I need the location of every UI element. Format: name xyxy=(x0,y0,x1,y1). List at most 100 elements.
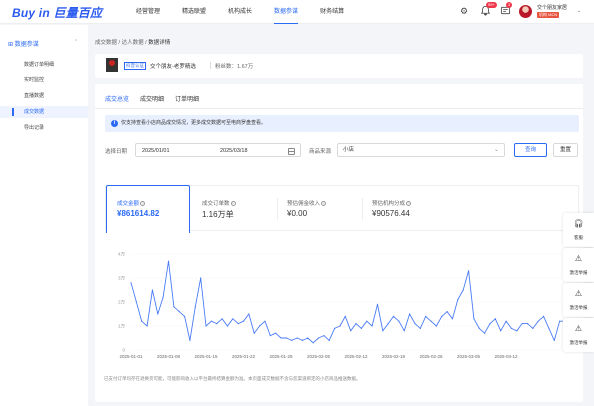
data-point[interactable] xyxy=(494,318,496,320)
settings-icon[interactable]: ⚙ xyxy=(458,5,470,17)
sidebar-section-data[interactable]: ⊞ 数据参谋 ⌃ xyxy=(8,39,78,48)
app-logo[interactable]: Buy in 巨量百应 xyxy=(12,4,102,21)
data-point[interactable] xyxy=(167,260,170,262)
data-point[interactable] xyxy=(478,327,480,329)
data-point[interactable] xyxy=(419,327,421,329)
data-point[interactable] xyxy=(339,325,341,327)
data-point[interactable] xyxy=(312,342,314,344)
data-point[interactable] xyxy=(307,337,309,339)
data-point[interactable] xyxy=(242,320,245,322)
nav-item-business[interactable]: 经营管理 xyxy=(136,0,160,24)
data-point[interactable] xyxy=(232,318,234,320)
data-point[interactable] xyxy=(403,330,405,332)
help-icon[interactable]: ? xyxy=(230,200,236,206)
report-button[interactable]: ⚠ 激活举报 xyxy=(563,283,594,317)
data-point[interactable] xyxy=(216,323,218,325)
tab-order-detail[interactable]: 订单明细 xyxy=(175,94,199,109)
data-point[interactable] xyxy=(360,327,362,329)
data-point[interactable] xyxy=(328,339,330,341)
data-point[interactable] xyxy=(542,315,545,317)
data-point[interactable] xyxy=(151,289,154,291)
data-point[interactable] xyxy=(398,320,400,322)
calendar-icon[interactable] xyxy=(288,148,295,155)
data-point[interactable] xyxy=(462,289,464,291)
data-point[interactable] xyxy=(189,339,191,341)
tab-deal-overview[interactable]: 成交总览 xyxy=(105,94,130,109)
sidebar-item-order-detail[interactable]: 数据订单明细 xyxy=(0,59,88,71)
data-point[interactable] xyxy=(559,320,561,322)
data-point[interactable] xyxy=(264,320,266,322)
data-point[interactable] xyxy=(548,327,550,329)
data-point[interactable] xyxy=(178,311,180,313)
data-point[interactable] xyxy=(350,330,352,332)
data-point[interactable] xyxy=(382,330,384,332)
sidebar-item-export-records[interactable]: 导出记录 xyxy=(0,122,88,134)
data-point[interactable] xyxy=(516,330,518,332)
data-point[interactable] xyxy=(237,323,239,325)
data-point[interactable] xyxy=(248,313,250,315)
data-point[interactable] xyxy=(301,339,304,341)
data-point[interactable] xyxy=(510,327,513,329)
data-point[interactable] xyxy=(425,315,427,317)
metric-card-order-count[interactable]: 成交订单数? 1.16万单 xyxy=(192,186,276,232)
help-icon[interactable]: ? xyxy=(406,200,412,206)
data-point[interactable] xyxy=(253,332,255,334)
sidebar-item-realtime[interactable]: 实时监控 xyxy=(0,74,88,86)
data-point[interactable] xyxy=(521,323,523,325)
data-point[interactable] xyxy=(135,301,137,303)
report-button[interactable]: ⚠ 激活举报 xyxy=(563,318,594,352)
data-point[interactable] xyxy=(446,311,448,313)
data-point[interactable] xyxy=(205,325,207,327)
data-point[interactable] xyxy=(269,335,271,337)
customer-service-button[interactable]: 🎧︎ 客服 xyxy=(563,213,594,247)
nav-item-data[interactable]: 数据参谋 xyxy=(274,0,299,24)
report-button[interactable]: ⚠ 激活举报 xyxy=(563,248,594,282)
data-point[interactable] xyxy=(553,339,555,341)
data-point[interactable] xyxy=(457,299,459,301)
data-point[interactable] xyxy=(200,277,202,279)
data-point[interactable] xyxy=(162,296,164,298)
data-point[interactable] xyxy=(173,306,175,308)
data-point[interactable] xyxy=(194,306,196,308)
data-point[interactable] xyxy=(285,337,287,339)
start-date[interactable]: 2025/01/01 xyxy=(142,148,170,154)
data-point[interactable] xyxy=(505,320,507,322)
data-point[interactable] xyxy=(334,327,336,329)
metric-card-commission[interactable]: 预估佣金收入? ¥0.00 xyxy=(277,186,361,232)
data-point[interactable] xyxy=(344,315,346,317)
data-point[interactable] xyxy=(210,320,212,322)
metric-card-deal-amount[interactable]: 成交金额? ¥861614.82 xyxy=(106,185,190,233)
nav-item-finance[interactable]: 财务结算 xyxy=(320,0,344,24)
help-icon[interactable]: ? xyxy=(321,200,327,206)
data-point[interactable] xyxy=(451,318,454,320)
sidebar-item-deal-data[interactable]: 成交数据 xyxy=(0,106,88,118)
data-point[interactable] xyxy=(467,270,470,272)
data-point[interactable] xyxy=(526,323,529,325)
metric-card-agency-share[interactable]: 预估机构分成? ¥90576.44 xyxy=(362,186,446,232)
data-point[interactable] xyxy=(441,315,443,317)
data-point[interactable] xyxy=(376,303,379,305)
nav-item-growth[interactable]: 机构成长 xyxy=(228,0,252,24)
nav-item-alliance[interactable]: 精选联盟 xyxy=(182,0,206,24)
chevron-down-icon[interactable]: ⌄ xyxy=(577,8,581,14)
sidebar-item-live-data[interactable]: 直播数据 xyxy=(0,90,88,102)
bell-icon[interactable]: 99+ xyxy=(479,2,497,17)
data-point[interactable] xyxy=(500,330,502,332)
data-point[interactable] xyxy=(221,318,223,320)
data-point[interactable] xyxy=(387,323,389,325)
data-point[interactable] xyxy=(280,337,282,339)
data-point[interactable] xyxy=(414,323,416,325)
tab-deal-detail[interactable]: 成交明细 xyxy=(140,94,164,109)
end-date[interactable]: 2025/03/18 xyxy=(220,148,248,154)
query-button[interactable]: 查询 xyxy=(514,143,547,157)
data-point[interactable] xyxy=(484,332,486,334)
help-icon[interactable]: ? xyxy=(140,200,146,206)
message-icon[interactable]: 3 xyxy=(499,2,513,17)
data-point[interactable] xyxy=(291,339,293,341)
data-point[interactable] xyxy=(355,323,357,325)
data-point[interactable] xyxy=(489,323,491,325)
data-point[interactable] xyxy=(392,315,395,317)
user-name[interactable]: 交个朋友家居 xyxy=(537,4,567,11)
data-point[interactable] xyxy=(317,337,320,339)
reset-button[interactable]: 重置 xyxy=(553,143,578,157)
